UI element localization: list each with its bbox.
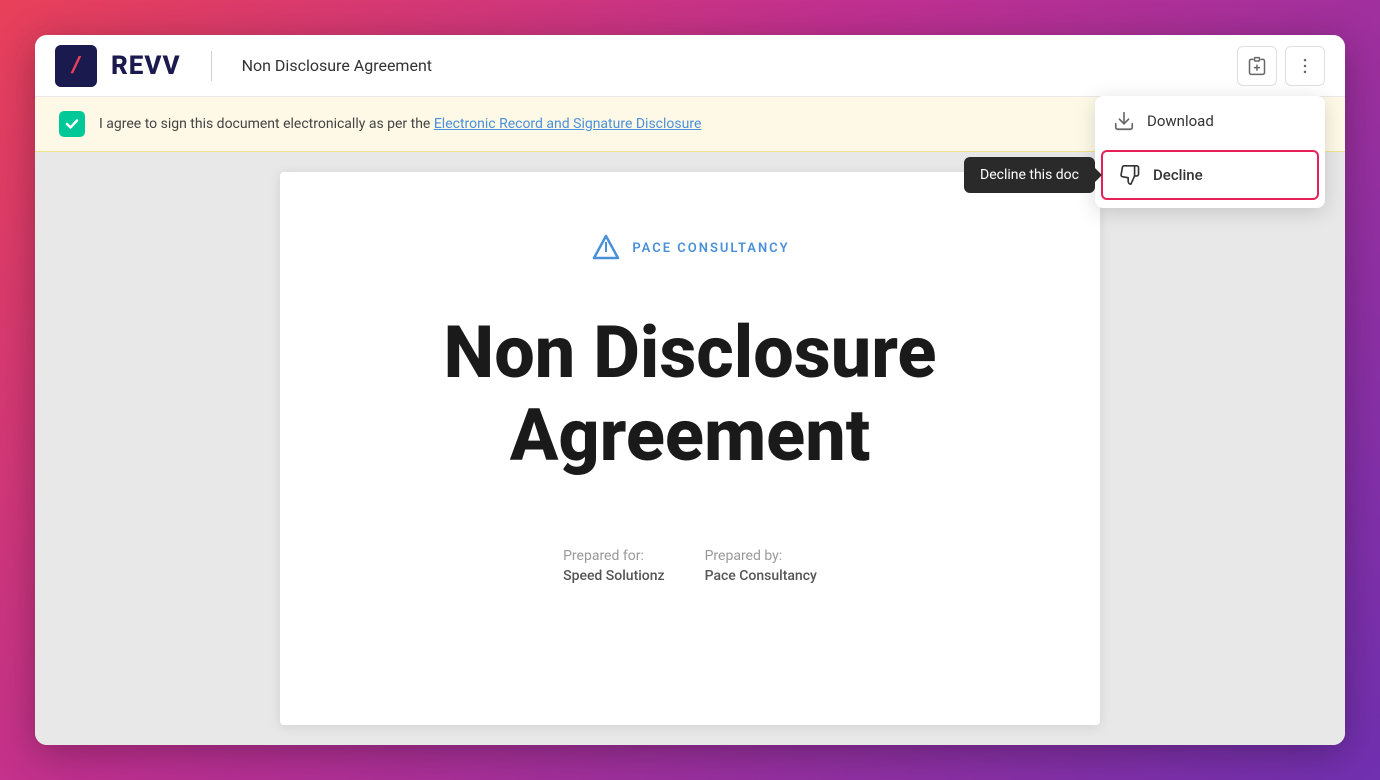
main-container: / REVV Non Disclosure Agreement: [35, 35, 1345, 745]
revv-logo-box: /: [55, 45, 97, 87]
document-title-header: Non Disclosure Agreement: [242, 56, 432, 75]
consent-text: I agree to sign this document electronic…: [99, 116, 701, 132]
document-main-title: Non Disclosure Agreement: [444, 312, 937, 478]
document-page: PACE CONSULTANCY Non Disclosure Agreemen…: [280, 172, 1100, 725]
prepared-for-col: Prepared for: Speed Solutionz: [563, 548, 665, 584]
download-icon: [1113, 110, 1135, 132]
download-menu-item[interactable]: Download: [1095, 96, 1325, 146]
clipboard-button[interactable]: [1237, 46, 1277, 86]
prepared-by-value: Pace Consultancy: [705, 568, 817, 584]
clipboard-icon: [1247, 56, 1267, 76]
more-icon: [1295, 56, 1315, 76]
revv-logo-text: REVV: [111, 51, 181, 81]
pace-consultancy-logo-icon: [590, 232, 622, 264]
consent-link[interactable]: Electronic Record and Signature Disclosu…: [434, 116, 702, 132]
download-label: Download: [1147, 112, 1214, 130]
logo-area: / REVV Non Disclosure Agreement: [55, 45, 432, 87]
more-options-button[interactable]: [1285, 46, 1325, 86]
decline-label: Decline: [1153, 166, 1203, 184]
header: / REVV Non Disclosure Agreement: [35, 35, 1345, 97]
header-actions: Download Decline this doc Decline: [1237, 46, 1325, 86]
title-line2: Agreement: [444, 395, 937, 478]
prepared-by-col: Prepared by: Pace Consultancy: [705, 548, 817, 584]
checkmark-svg: [65, 117, 79, 131]
decline-menu-item[interactable]: Decline this doc Decline: [1101, 150, 1319, 200]
check-icon: [59, 111, 85, 137]
company-logo-area: PACE CONSULTANCY: [590, 232, 789, 264]
dropdown-menu: Download Decline this doc Decline: [1095, 96, 1325, 208]
prepared-for-label: Prepared for:: [563, 548, 665, 564]
title-line1: Non Disclosure: [444, 312, 937, 395]
company-name: PACE CONSULTANCY: [632, 241, 789, 256]
thumbs-down-icon: [1119, 164, 1141, 186]
prepared-by-label: Prepared by:: [705, 548, 817, 564]
prepared-for-value: Speed Solutionz: [563, 568, 665, 584]
document-prepared-section: Prepared for: Speed Solutionz Prepared b…: [563, 548, 817, 584]
header-divider: [211, 51, 212, 81]
logo-slash: /: [72, 53, 80, 78]
consent-before-link: I agree to sign this document electronic…: [99, 116, 434, 132]
content-area: PACE CONSULTANCY Non Disclosure Agreemen…: [35, 152, 1345, 745]
